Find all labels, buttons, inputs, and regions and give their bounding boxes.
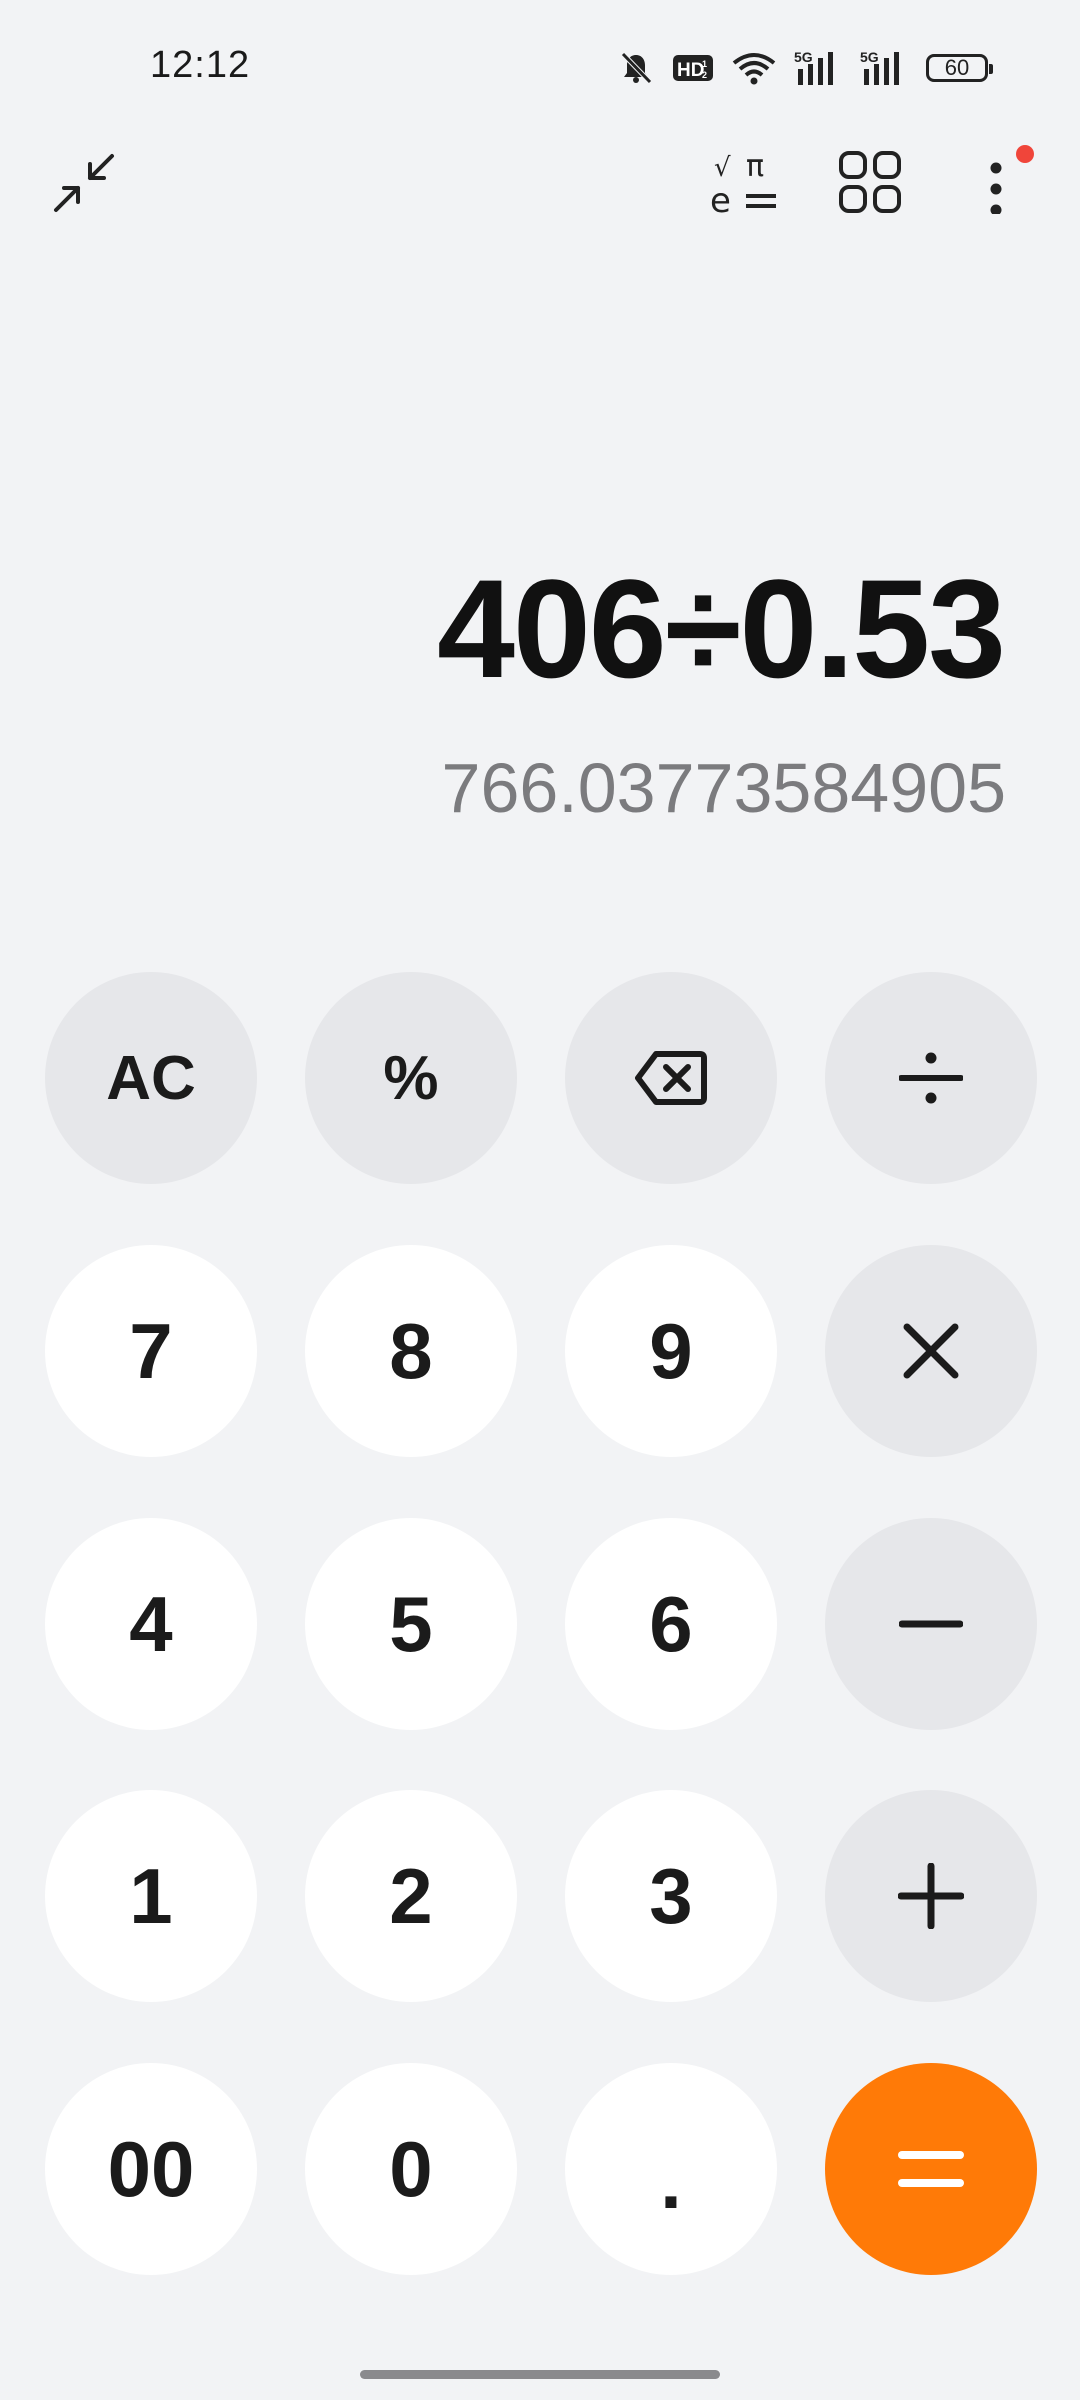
- scientific-mode-icon: √ π e: [708, 146, 780, 223]
- digit-1-button[interactable]: 1: [45, 1790, 257, 2002]
- grid-squares-icon: [837, 149, 903, 220]
- multiply-icon: [901, 1321, 961, 1381]
- more-vertical-icon: [986, 150, 1006, 219]
- battery-icon: 60: [926, 54, 993, 82]
- notification-dot: [1016, 145, 1034, 163]
- svg-text:e: e: [710, 181, 731, 218]
- svg-text:HD: HD: [677, 60, 704, 81]
- digit-8-button[interactable]: 8: [305, 1245, 517, 1457]
- ac-button[interactable]: AC: [45, 972, 257, 1184]
- multiply-button[interactable]: [825, 1245, 1037, 1457]
- backspace-icon: [634, 1050, 708, 1106]
- svg-text:5G: 5G: [794, 49, 813, 65]
- equals-icon: [898, 2149, 964, 2189]
- plus-icon: [898, 1863, 964, 1929]
- signal-5g-icon: 5G: [794, 49, 842, 87]
- mute-bell-icon: [618, 50, 654, 86]
- collapse-arrows-icon: [52, 150, 116, 219]
- calculator-screen: 12:12 HD 1 2 5G 5G 60 √ π e 406÷0.53 766…: [0, 0, 1080, 2400]
- equals-button[interactable]: [825, 2063, 1037, 2275]
- divide-button[interactable]: [825, 972, 1037, 1184]
- digit-3-button[interactable]: 3: [565, 1790, 777, 2002]
- converter-button[interactable]: [830, 144, 910, 224]
- status-icons: HD 1 2 5G 5G 60: [618, 44, 993, 92]
- digit-2-button[interactable]: 2: [305, 1790, 517, 2002]
- expression-display: 406÷0.53: [437, 550, 1006, 707]
- collapse-button[interactable]: [48, 148, 120, 220]
- wifi-icon: [732, 51, 776, 85]
- subtract-button[interactable]: [825, 1518, 1037, 1730]
- minus-icon: [899, 1618, 963, 1630]
- svg-text:5G: 5G: [860, 49, 879, 65]
- digit-6-button[interactable]: 6: [565, 1518, 777, 1730]
- divide-icon: [899, 1046, 963, 1110]
- home-indicator[interactable]: [360, 2370, 720, 2379]
- backspace-button[interactable]: [565, 972, 777, 1184]
- digit-0-button[interactable]: 0: [305, 2063, 517, 2275]
- percent-button[interactable]: %: [305, 972, 517, 1184]
- svg-text:π: π: [746, 149, 764, 184]
- result-display: 766.03773584905: [441, 749, 1006, 827]
- double-zero-button[interactable]: 00: [45, 2063, 257, 2275]
- svg-text:1: 1: [702, 59, 707, 69]
- signal-5g-icon: 5G: [860, 49, 908, 87]
- svg-text:2: 2: [702, 70, 707, 80]
- digit-4-button[interactable]: 4: [45, 1518, 257, 1730]
- status-time: 12:12: [150, 44, 251, 86]
- scientific-mode-button[interactable]: √ π e: [704, 144, 784, 224]
- svg-text:√: √: [714, 153, 731, 183]
- add-button[interactable]: [825, 1790, 1037, 2002]
- hd-icon: HD 1 2: [672, 52, 714, 84]
- digit-5-button[interactable]: 5: [305, 1518, 517, 1730]
- decimal-button[interactable]: .: [565, 2063, 777, 2275]
- digit-9-button[interactable]: 9: [565, 1245, 777, 1457]
- digit-7-button[interactable]: 7: [45, 1245, 257, 1457]
